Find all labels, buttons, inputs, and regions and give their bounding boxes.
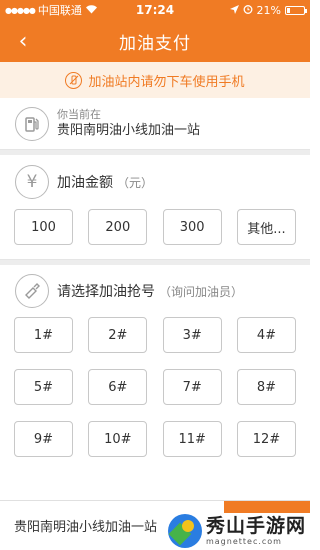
- amount-title: 加油金额: [57, 175, 113, 191]
- status-bar: ●●●●● 中国联通 17:24 21%: [0, 0, 310, 20]
- amount-unit: （元）: [117, 175, 154, 190]
- safety-notice: 加油站内请勿下车使用手机: [0, 62, 310, 98]
- nozzle-header: 请选择加油抢号 （询问加油员）: [0, 265, 310, 317]
- nozzle-option[interactable]: 7#: [162, 369, 222, 405]
- notice-text: 加油站内请勿下车使用手机: [88, 74, 245, 90]
- page-title: 加油支付: [119, 33, 191, 54]
- nozzle-option[interactable]: 2#: [88, 317, 148, 353]
- current-location: 你当前在 贵阳南明油小线加油一站: [0, 98, 310, 150]
- amount-option[interactable]: 300: [162, 209, 222, 245]
- nozzle-option[interactable]: 8#: [236, 369, 296, 405]
- amount-section: ¥ 加油金额 （元） 100 200 300 其他...: [0, 155, 310, 260]
- location-arrow-icon: [229, 4, 239, 17]
- nozzle-option[interactable]: 10#: [88, 421, 148, 457]
- nozzle-hint: （询问加油员）: [159, 284, 244, 299]
- status-left: ●●●●● 中国联通: [5, 2, 98, 18]
- nav-bar: ‹ 加油支付: [0, 20, 310, 62]
- nozzle-option[interactable]: 1#: [14, 317, 73, 353]
- location-label: 你当前在: [57, 107, 101, 121]
- battery-icon: [285, 5, 307, 15]
- nozzle-title: 请选择加油抢号: [57, 284, 155, 300]
- nozzle-option[interactable]: 6#: [88, 369, 148, 405]
- yen-icon: ¥: [15, 165, 49, 199]
- location-text: 你当前在 贵阳南明油小线加油一站: [57, 108, 200, 140]
- nozzle-option[interactable]: 9#: [14, 421, 73, 457]
- battery-fill: [287, 7, 290, 13]
- back-chevron-icon: ‹: [18, 28, 28, 54]
- wifi-icon: [85, 4, 98, 17]
- battery-percent: 21%: [256, 3, 281, 17]
- watermark-text: 秀山手游网 magnettec.com: [206, 515, 306, 547]
- nozzle-option[interactable]: 3#: [162, 317, 222, 353]
- back-button[interactable]: ‹: [8, 20, 38, 62]
- nozzle-option[interactable]: 5#: [14, 369, 73, 405]
- carrier-label: 中国联通: [37, 4, 82, 17]
- alarm-icon: [243, 4, 253, 17]
- nozzle-options: 1# 2# 3# 4# 5# 6# 7# 8# 9# 10# 11# 12#: [0, 317, 310, 457]
- amount-option[interactable]: 100: [14, 209, 73, 245]
- pay-button-edge[interactable]: [224, 501, 310, 513]
- watermark-url: magnettec.com: [205, 537, 282, 546]
- footer-station-name: 贵阳南明油小线加油一站: [14, 520, 158, 535]
- amount-header: ¥ 加油金额 （元）: [0, 155, 310, 209]
- station-name: 贵阳南明油小线加油一站: [57, 122, 201, 138]
- nozzle-option[interactable]: 4#: [236, 317, 296, 353]
- nozzle-section: 请选择加油抢号 （询问加油员） 1# 2# 3# 4# 5# 6# 7# 8# …: [0, 265, 310, 457]
- amount-options: 100 200 300 其他...: [0, 209, 310, 245]
- watermark-logo: [167, 514, 202, 548]
- no-phone-icon: [65, 71, 83, 89]
- gas-pump-icon: [15, 106, 49, 141]
- amount-option-other[interactable]: 其他...: [236, 209, 296, 245]
- nozzle-option[interactable]: 11#: [162, 421, 222, 457]
- watermark-title: 秀山手游网: [205, 515, 306, 537]
- watermark: 秀山手游网 magnettec.com: [167, 514, 306, 548]
- amount-option[interactable]: 200: [88, 209, 148, 245]
- nozzle-option[interactable]: 12#: [236, 421, 296, 457]
- signal-icon: ●●●●●: [5, 5, 36, 15]
- yen-glyph: ¥: [26, 172, 38, 192]
- status-right: 21%: [229, 3, 307, 17]
- fuel-nozzle-icon: [15, 274, 49, 308]
